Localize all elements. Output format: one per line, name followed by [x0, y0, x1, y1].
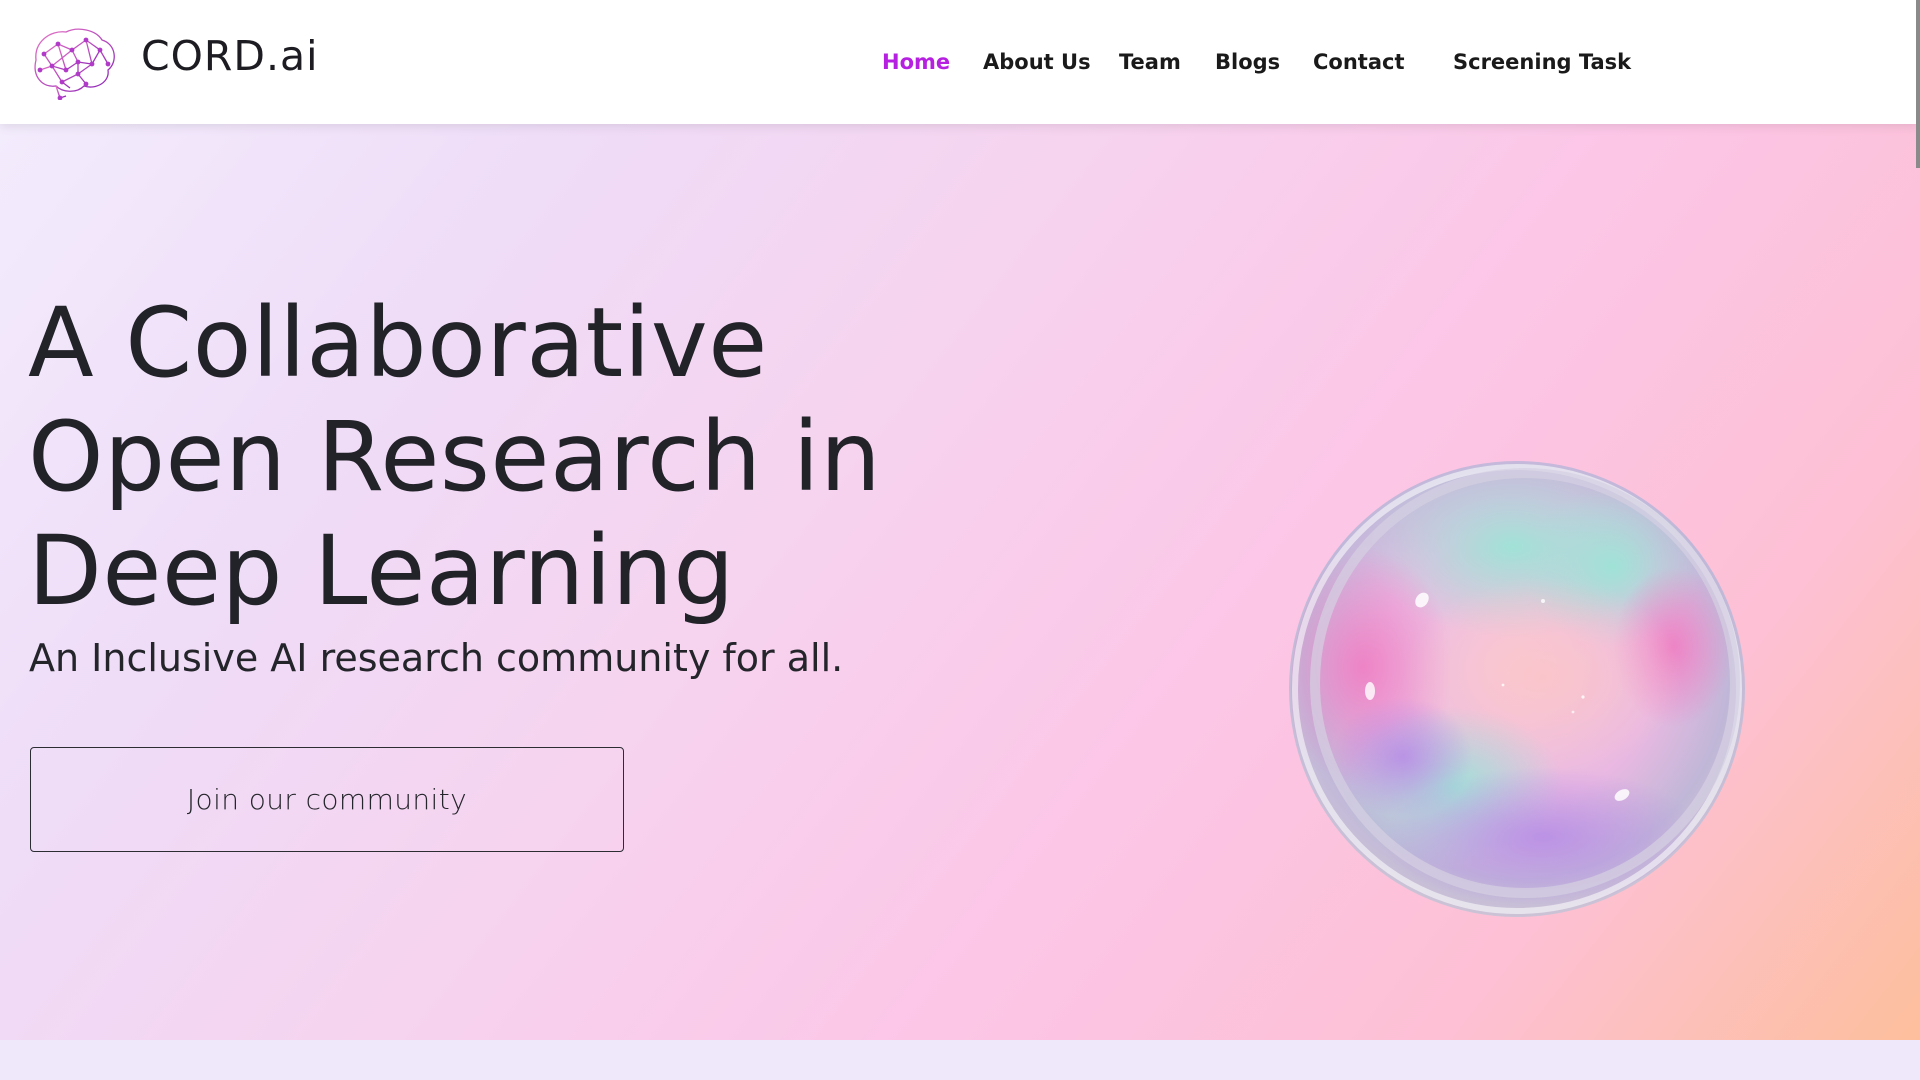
- nav-item-home[interactable]: Home: [882, 50, 950, 74]
- nav-item-about-us[interactable]: About Us: [983, 50, 1091, 74]
- main-nav: Home About Us Team Blogs Contact Screeni…: [0, 50, 1920, 78]
- join-community-button[interactable]: Join our community: [30, 747, 624, 852]
- nav-item-blogs[interactable]: Blogs: [1215, 50, 1280, 74]
- headline-line-3: Deep Learning: [28, 515, 735, 627]
- nav-item-screening-task[interactable]: Screening Task: [1453, 50, 1631, 74]
- headline-line-1: A Collaborative: [28, 287, 768, 399]
- page-scrollbar[interactable]: [1916, 0, 1920, 168]
- nav-item-contact[interactable]: Contact: [1313, 50, 1405, 74]
- nav-item-team[interactable]: Team: [1119, 50, 1181, 74]
- hero-headline: A Collaborative Open Research in Deep Le…: [28, 286, 881, 628]
- iridescent-bubble-illustration: [1289, 461, 1745, 917]
- headline-line-2: Open Research in: [28, 401, 882, 513]
- next-section-band: [0, 1040, 1920, 1080]
- site-header: CORD.ai Home About Us Team Blogs Contact…: [0, 0, 1920, 124]
- hero-section: A Collaborative Open Research in Deep Le…: [0, 124, 1920, 1040]
- hero-subtitle: An Inclusive AI research community for a…: [29, 636, 844, 680]
